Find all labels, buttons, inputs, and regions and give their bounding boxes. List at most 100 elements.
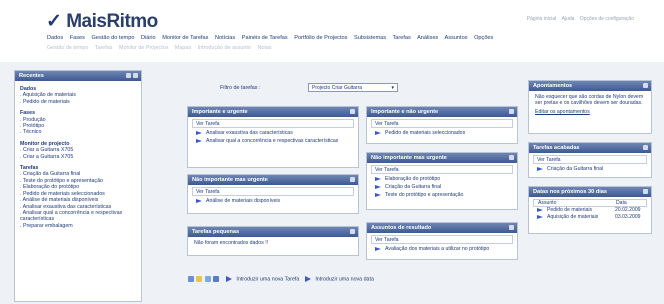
chart-icon[interactable]	[213, 276, 220, 282]
submenu-item-notas[interactable]: Notas	[257, 45, 271, 51]
close-icon[interactable]	[133, 73, 138, 78]
card-title-text: Datas nos próximos 30 dias	[533, 189, 607, 195]
recent-item[interactable]: . Criar a Guitarra X705	[20, 154, 136, 160]
logo-check-icon: ✓︎	[46, 11, 62, 32]
column-header: Ver Tarefa	[533, 155, 647, 164]
flag-icon	[196, 138, 202, 143]
recent-list: Dados . Aquisição de materiais . Pedido …	[15, 81, 141, 233]
task-item[interactable]: Analisar exaustiva das características	[192, 130, 354, 136]
new-task-arrow-icon	[225, 276, 232, 282]
recent-item[interactable]: . Pedido de materiais	[20, 99, 136, 105]
card-title-text: Tarefas acabadas	[533, 145, 580, 151]
close-icon[interactable]	[643, 83, 648, 88]
column-header: Ver Tarefa	[192, 187, 354, 196]
card-title-text: Não importante mas urgente	[371, 155, 447, 161]
card-small-tasks: Tarefas pequenas Não foram encontrados d…	[187, 226, 359, 256]
filter-select[interactable]: Projecto Criar Guitarra ▼	[308, 83, 398, 92]
notes-text: Não esquecer que são cordas de Nylon dev…	[535, 94, 644, 106]
logo-text: MaisRitmo	[66, 11, 158, 32]
close-icon[interactable]	[643, 145, 648, 150]
menu-item-paineis-tarefas[interactable]: Painéis de Tarefas	[242, 35, 288, 41]
globe-icon[interactable]	[188, 276, 194, 282]
empty-note: Não foram encontrados dados !!	[194, 240, 269, 246]
completed-tasks-panel: Tarefas acabadas Ver Tarefa Criação da G…	[528, 142, 652, 178]
new-task-link[interactable]: Introduzir uma nova Tarefa	[236, 276, 299, 282]
column-header: Ver Tarefa	[371, 235, 513, 244]
flag-icon	[375, 192, 381, 197]
card-title: Não importante mas urgente	[188, 175, 358, 185]
task-item[interactable]: Análise de materiais disponíveis	[192, 198, 354, 204]
dates-table: Assunto Data Pedido de materiais 20.02.2…	[533, 199, 647, 221]
close-icon[interactable]	[643, 189, 648, 194]
menu-item-subsistemas[interactable]: Subsistemas	[354, 35, 386, 41]
submenu-item-gestao-tempo[interactable]: Gestão de tempo	[47, 45, 88, 51]
menu-item-gestao-tempo[interactable]: Gestão do tempo	[92, 35, 135, 41]
card-important-not-urgent: Importante e não urgente Ver Tarefa Pedi…	[366, 106, 518, 144]
submenu-item-monitor-projectos[interactable]: Monitor de Projectos	[119, 45, 168, 51]
task-item[interactable]: Pedido de materiais seleccionados	[371, 130, 513, 136]
close-icon[interactable]	[350, 177, 355, 182]
card-title-text: Importante e não urgente	[371, 109, 439, 115]
help-link[interactable]: Ajuda	[562, 16, 575, 22]
card-title-text: Importante e urgente	[192, 109, 248, 115]
upcoming-dates-panel: Datas nos próximos 30 dias Assunto Data …	[528, 186, 652, 234]
column-header: Ver Tarefa	[371, 165, 513, 174]
new-date-arrow-icon	[304, 276, 311, 282]
flag-icon	[375, 130, 381, 135]
folder-icon[interactable]	[196, 276, 203, 282]
close-icon[interactable]	[350, 229, 355, 234]
close-icon[interactable]	[509, 225, 514, 230]
menu-item-assuntos[interactable]: Assuntos	[444, 35, 467, 41]
task-item[interactable]: Elaboração do protótipo	[371, 176, 513, 182]
flag-icon	[196, 198, 202, 203]
menu-item-diario[interactable]: Diário	[141, 35, 156, 41]
flag-icon	[196, 130, 202, 135]
home-link[interactable]: Página inicial	[527, 16, 556, 22]
task-item[interactable]: Criação da Guitarra final	[371, 184, 513, 190]
task-item[interactable]: Criação da Guitarra final	[533, 166, 647, 172]
flag-icon	[375, 246, 381, 251]
footer-actions: Introduzir uma nova Tarefa Introduzir um…	[188, 276, 374, 286]
menu-item-monitor-tarefas[interactable]: Monitor de Tarefas	[162, 35, 208, 41]
card-title: Tarefas pequenas	[188, 227, 358, 237]
menu-item-tarefas[interactable]: Tarefas	[392, 35, 410, 41]
minimize-icon[interactable]	[126, 73, 131, 78]
new-date-link[interactable]: Introduzir uma nova data	[315, 276, 374, 282]
card-title: Assuntos de resultado	[367, 223, 517, 233]
recent-item[interactable]: . Analisar qual a concorrência e respect…	[20, 210, 136, 223]
menu-item-opcoes[interactable]: Opções	[474, 35, 493, 41]
menu-item-fases[interactable]: Fases	[70, 35, 85, 41]
column-header: Ver Tarefa	[192, 119, 354, 128]
notes-panel: Apontamentos Não esquecer que são cordas…	[528, 80, 652, 134]
recent-item[interactable]: . Técnico	[20, 129, 136, 135]
app-logo[interactable]: ✓︎ MaisRitmo	[46, 10, 158, 33]
list-icon[interactable]	[204, 276, 211, 282]
flag-icon	[537, 166, 543, 171]
flag-icon	[537, 208, 543, 212]
submenu-item-mapas[interactable]: Mapas	[175, 45, 191, 51]
submenu-item-introducao-assunto[interactable]: Introdução de assunto	[198, 45, 251, 51]
task-item[interactable]: Avaliação dos materiais a utilizar no pr…	[371, 246, 513, 252]
date-row[interactable]: Aquisição de materiais 03.03.2009	[533, 214, 647, 221]
menu-item-analises[interactable]: Análises	[417, 35, 438, 41]
date-row[interactable]: Pedido de materiais 20.02.2009	[533, 207, 647, 214]
card-title-text: Não importante mas urgente	[192, 177, 268, 183]
menu-item-dados[interactable]: Dados	[47, 35, 63, 41]
card-title-text: Assuntos de resultado	[371, 225, 432, 231]
recent-item[interactable]: . Preparar embalagem	[20, 223, 136, 229]
filter-label: Filtro de tarefas :	[220, 85, 261, 91]
top-links: Página inicial Ajuda Opções de configura…	[523, 16, 634, 22]
close-icon[interactable]	[509, 109, 514, 114]
date-row-date: 03.03.2009	[615, 214, 641, 220]
menu-item-noticias[interactable]: Notícias	[215, 35, 235, 41]
edit-notes-link[interactable]: Editar os apontamentos	[535, 109, 645, 115]
task-item[interactable]: Teste do protótipo e apresentação	[371, 192, 513, 198]
task-item[interactable]: Analisar qual a concorrência e respectiv…	[192, 138, 354, 144]
menu-item-portfolio[interactable]: Portfólio de Projectos	[294, 35, 347, 41]
close-icon[interactable]	[350, 109, 355, 114]
recent-panel: Recentes Dados . Aquisição de materiais …	[14, 70, 142, 302]
close-icon[interactable]	[509, 155, 514, 160]
filter-value: Projecto Criar Guitarra	[312, 85, 363, 91]
settings-link[interactable]: Opções de configuração	[580, 16, 634, 22]
submenu-item-tarefas[interactable]: Tarefas	[95, 45, 113, 51]
